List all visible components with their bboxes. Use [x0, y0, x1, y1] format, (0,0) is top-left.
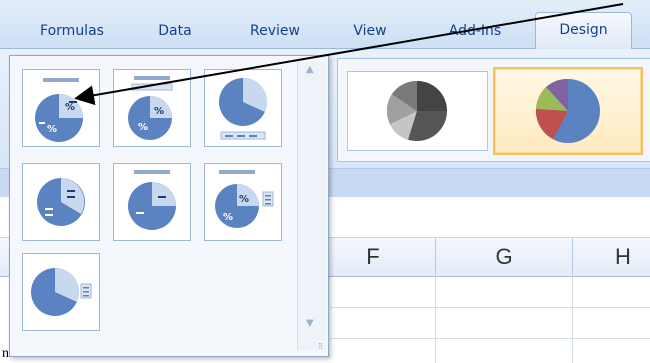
- annotation-arrow: [74, 3, 624, 106]
